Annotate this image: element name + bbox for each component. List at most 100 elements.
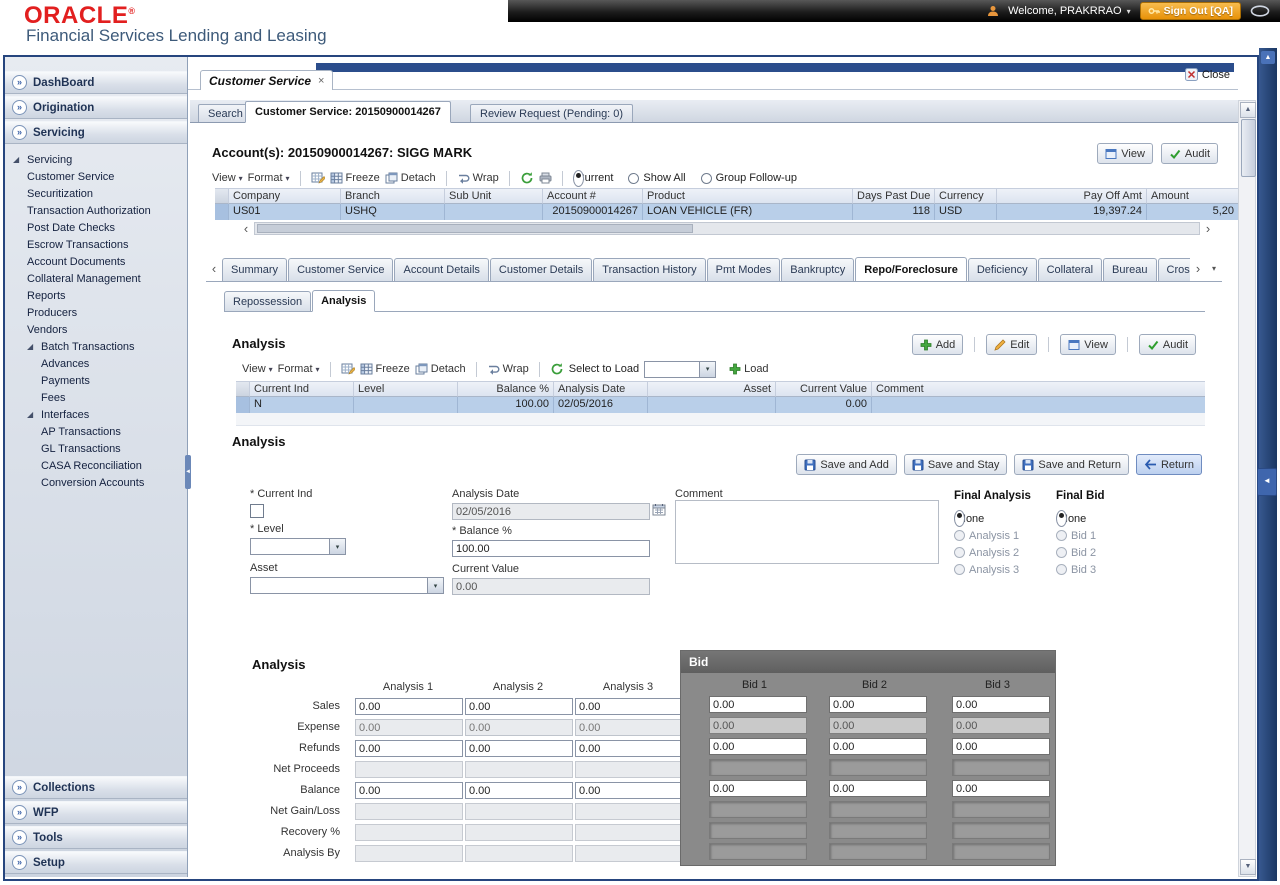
- tree-node-servicing[interactable]: ◢ Servicing: [13, 151, 185, 168]
- filter-radio-group-follow-up[interactable]: Group Follow-up: [700, 172, 807, 184]
- tabs-scroll-right-icon[interactable]: ›: [1190, 262, 1206, 275]
- sidebar-item-wfp[interactable]: » WFP: [5, 801, 187, 824]
- refresh-button[interactable]: [550, 362, 564, 376]
- add-button[interactable]: Add: [911, 334, 964, 355]
- tab-repossession[interactable]: Repossession: [224, 291, 312, 311]
- save-and-add-button[interactable]: Save and Add: [796, 454, 897, 475]
- view-button[interactable]: View: [1060, 334, 1116, 355]
- scroll-right-icon[interactable]: ›: [1200, 222, 1216, 235]
- balance-field[interactable]: [452, 540, 650, 557]
- column-header[interactable]: Account #: [543, 188, 643, 204]
- sidebar-item-origination[interactable]: » Origination: [5, 96, 187, 119]
- tree-node-batch-transactions[interactable]: ◢ Batch Transactions: [13, 338, 185, 355]
- final-bid-none[interactable]: None: [1056, 510, 1146, 527]
- tab-customer-service[interactable]: Customer Service: [288, 258, 394, 281]
- column-header[interactable]: Comment: [872, 381, 1205, 397]
- tree-node-customer-service[interactable]: Customer Service: [13, 168, 185, 185]
- analysis-row[interactable]: N 100.00 02/05/2016 0.00: [236, 397, 1205, 413]
- tab-customer-service-account[interactable]: Customer Service: 20150900014267: [245, 101, 451, 123]
- filter-radio-current[interactable]: Current: [572, 169, 624, 187]
- current-ind-checkbox[interactable]: [250, 504, 264, 518]
- tree-node-ap-transactions[interactable]: AP Transactions: [13, 423, 185, 440]
- format-menu[interactable]: Format ▾: [248, 172, 290, 184]
- final-analysis-3[interactable]: Analysis 3: [954, 561, 1054, 578]
- welcome-menu[interactable]: Welcome, PRAKRRAO ▾: [1008, 5, 1131, 17]
- matrix-field-refunds-1[interactable]: [355, 740, 463, 757]
- bid-field-sales-3[interactable]: [952, 696, 1050, 713]
- tree-node-post-date-checks[interactable]: Post Date Checks: [13, 219, 185, 236]
- column-header[interactable]: Asset: [648, 381, 776, 397]
- tab-deficiency[interactable]: Deficiency: [967, 258, 1037, 281]
- wrap-button[interactable]: Wrap: [457, 172, 499, 184]
- final-analysis-1[interactable]: Analysis 1: [954, 527, 1054, 544]
- tree-node-reports[interactable]: Reports: [13, 287, 185, 304]
- column-header[interactable]: Current Ind: [250, 381, 354, 397]
- tree-node-interfaces[interactable]: ◢ Interfaces: [13, 406, 185, 423]
- account-row[interactable]: US01 USHQ 20150900014267 LOAN VEHICLE (F…: [215, 204, 1238, 220]
- tab-bankruptcy[interactable]: Bankruptcy: [781, 258, 855, 281]
- tab-repo-foreclosure[interactable]: Repo/Foreclosure: [855, 257, 967, 281]
- comment-field[interactable]: [675, 500, 939, 564]
- return-button[interactable]: Return: [1135, 454, 1202, 475]
- column-header[interactable]: Amount: [1147, 188, 1238, 204]
- save-and-return-button[interactable]: Save and Return: [1014, 454, 1129, 475]
- freeze-button[interactable]: Freeze: [330, 172, 380, 184]
- tab-bureau[interactable]: Bureau: [1103, 258, 1157, 281]
- bid-field-refunds-2[interactable]: [829, 738, 927, 755]
- tab-review-request[interactable]: Review Request (Pending: 0): [470, 104, 634, 122]
- matrix-field-balance-2[interactable]: [465, 782, 573, 799]
- bid-field-refunds-1[interactable]: [709, 738, 807, 755]
- column-header[interactable]: Pay Off Amt: [997, 188, 1147, 204]
- bid-field-balance-1[interactable]: [709, 780, 807, 797]
- tree-node-securitization[interactable]: Securitization: [13, 185, 185, 202]
- tree-node-advances[interactable]: Advances: [13, 355, 185, 372]
- bid-field-sales-2[interactable]: [829, 696, 927, 713]
- freeze-button[interactable]: Freeze: [360, 363, 410, 375]
- tree-node-vendors[interactable]: Vendors: [13, 321, 185, 338]
- column-header[interactable]: Branch: [341, 188, 445, 204]
- matrix-field-sales-1[interactable]: [355, 698, 463, 715]
- column-header[interactable]: Balance %: [458, 381, 554, 397]
- window-tab-customer-service[interactable]: Customer Service ×: [200, 70, 334, 90]
- wrap-button[interactable]: Wrap: [487, 363, 529, 375]
- tree-node-gl-transactions[interactable]: GL Transactions: [13, 440, 185, 457]
- column-header[interactable]: Product: [643, 188, 853, 204]
- final-analysis-2[interactable]: Analysis 2: [954, 544, 1054, 561]
- edit-button[interactable]: Edit: [986, 334, 1038, 355]
- sidebar-item-dashboard[interactable]: » DashBoard: [5, 71, 187, 94]
- asset-dropdown[interactable]: ▾: [250, 577, 444, 594]
- refresh-button[interactable]: [520, 171, 534, 185]
- scroll-down-icon[interactable]: ▼: [1240, 859, 1256, 875]
- matrix-field-balance-3[interactable]: [575, 782, 683, 799]
- close-button[interactable]: Close: [1184, 68, 1230, 81]
- tab-account-details[interactable]: Account Details: [394, 258, 489, 281]
- audit-button[interactable]: Audit: [1138, 334, 1196, 355]
- tab-close-icon[interactable]: ×: [318, 75, 324, 87]
- load-button[interactable]: Load: [729, 363, 769, 375]
- tab-summary[interactable]: Summary: [222, 258, 288, 281]
- tab-pmt-modes[interactable]: Pmt Modes: [706, 258, 781, 281]
- tab-analysis[interactable]: Analysis: [312, 290, 376, 312]
- strip-scroll-up-icon[interactable]: ▲: [1261, 51, 1275, 64]
- sidebar-item-setup[interactable]: » Setup: [5, 851, 187, 874]
- calendar-icon[interactable]: [652, 503, 666, 516]
- select-to-load-dropdown[interactable]: ▾: [644, 360, 717, 378]
- bid-field-balance-2[interactable]: [829, 780, 927, 797]
- sidebar-item-tools[interactable]: » Tools: [5, 826, 187, 849]
- tree-node-escrow-transactions[interactable]: Escrow Transactions: [13, 236, 185, 253]
- tab-transaction-history[interactable]: Transaction History: [593, 258, 706, 281]
- tree-node-fees[interactable]: Fees: [13, 389, 185, 406]
- bid-field-balance-3[interactable]: [952, 780, 1050, 797]
- detach-button[interactable]: Detach: [415, 363, 466, 375]
- final-bid-3[interactable]: Bid 3: [1056, 561, 1146, 578]
- vscroll-thumb[interactable]: [1241, 119, 1256, 177]
- bid-field-refunds-3[interactable]: [952, 738, 1050, 755]
- audit-button[interactable]: Audit: [1160, 143, 1218, 164]
- sidebar-item-collections[interactable]: » Collections: [5, 776, 187, 799]
- export-table-button[interactable]: [311, 172, 325, 184]
- format-menu[interactable]: Format ▾: [278, 363, 320, 375]
- tab-cross-up[interactable]: Cross/Up: [1157, 258, 1190, 281]
- final-bid-2[interactable]: Bid 2: [1056, 544, 1146, 561]
- column-header[interactable]: Analysis Date: [554, 381, 648, 397]
- tree-node-conversion-accounts[interactable]: Conversion Accounts: [13, 474, 185, 491]
